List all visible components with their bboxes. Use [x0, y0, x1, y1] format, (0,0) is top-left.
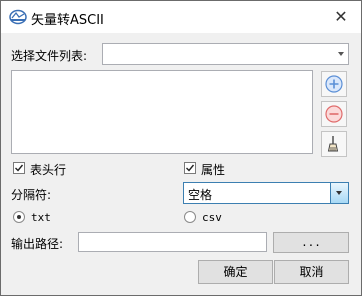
chevron-down-icon	[336, 191, 342, 195]
broom-icon	[327, 136, 339, 152]
file-list-combo[interactable]	[102, 43, 349, 65]
attributes-checkbox[interactable]	[184, 162, 196, 174]
file-list-label: 选择文件列表:	[11, 49, 88, 63]
cancel-button[interactable]: 取消	[274, 260, 349, 284]
txt-radio[interactable]	[13, 211, 25, 223]
ok-button[interactable]: 确定	[198, 260, 273, 284]
output-path-label: 输出路径:	[11, 237, 64, 251]
csv-label: csv	[202, 211, 222, 224]
chevron-down-icon	[338, 52, 344, 56]
checkmark-icon	[15, 164, 24, 172]
header-row-checkbox[interactable]	[13, 162, 25, 174]
separator-dropdown-button[interactable]	[330, 183, 348, 203]
output-path-input[interactable]	[78, 232, 267, 252]
app-icon	[9, 9, 27, 25]
add-file-button[interactable]	[321, 71, 347, 97]
attributes-label: 属性	[201, 163, 226, 177]
close-icon[interactable]: ✕	[331, 7, 351, 27]
checkmark-icon	[186, 164, 195, 172]
radio-selected-dot	[17, 215, 21, 219]
plus-circle-icon	[325, 75, 343, 93]
header-row-label: 表头行	[30, 163, 67, 177]
window-title: 矢量转ASCII	[31, 13, 104, 28]
remove-file-button[interactable]	[321, 101, 347, 127]
separator-select[interactable]: 空格	[183, 182, 349, 204]
csv-radio[interactable]	[184, 211, 196, 223]
title-bar: 矢量转ASCII ✕	[1, 1, 361, 33]
browse-button[interactable]: ...	[273, 232, 349, 253]
separator-value: 空格	[188, 188, 213, 202]
clear-list-button[interactable]	[321, 131, 347, 157]
separator-label: 分隔符:	[11, 188, 52, 202]
file-listbox[interactable]	[11, 70, 313, 154]
minus-circle-icon	[325, 105, 343, 123]
txt-label: txt	[31, 211, 51, 224]
dialog-window: 矢量转ASCII ✕ 选择文件列表: 表头行 属性 分隔符: 空格 txt cs…	[0, 0, 362, 296]
